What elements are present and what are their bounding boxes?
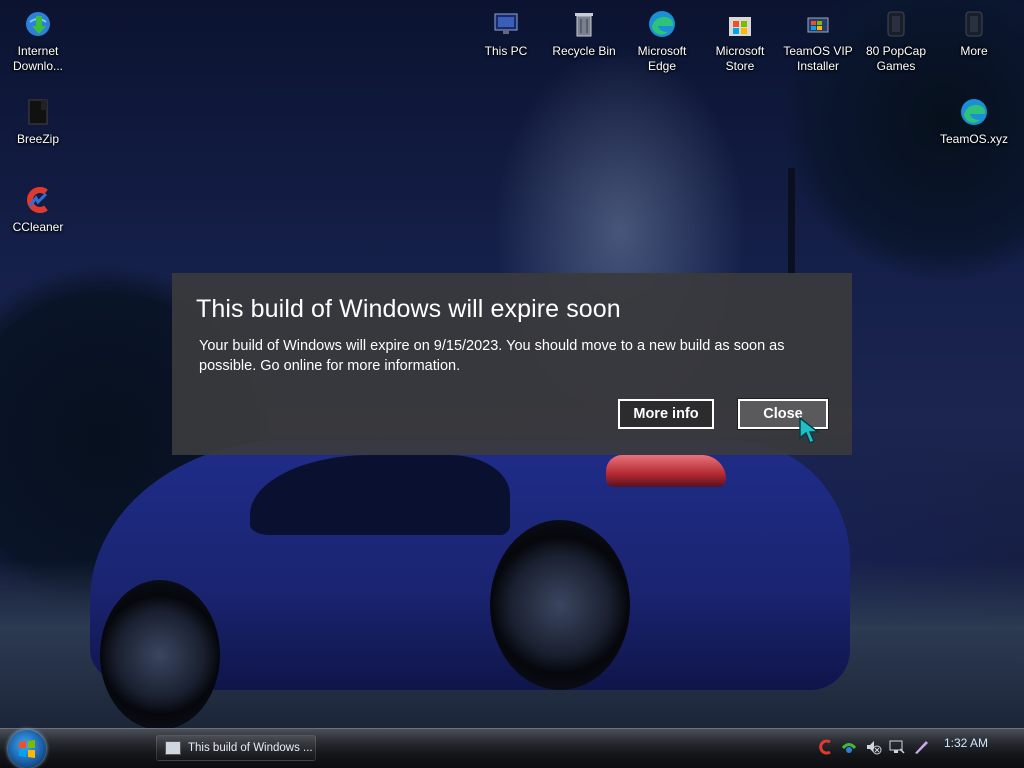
mouse-cursor-icon: [799, 416, 821, 445]
desktop-icon-label: 80 PopCap Games: [865, 44, 927, 73]
desktop-icon-label: Microsoft Edge: [637, 44, 687, 73]
more-info-button[interactable]: More info: [618, 399, 714, 429]
desktop-icon-teamos-vip-installer[interactable]: TeamOS VIP Installer: [780, 8, 856, 74]
desktop-icon-label: More: [960, 44, 988, 58]
this-pc-icon: [494, 13, 518, 34]
popcap-games-icon: [887, 11, 905, 37]
wallpaper-car-taillight: [606, 455, 726, 487]
download-manager-tray-icon[interactable]: [840, 738, 858, 756]
breezip-icon: [28, 99, 48, 125]
wallpaper-car-wheel-rear: [490, 520, 630, 690]
desktop-icon-label: BreeZip: [16, 132, 60, 146]
desktop-icon-label: Microsoft Store: [715, 44, 765, 73]
start-button[interactable]: [8, 730, 46, 768]
more-icon: [965, 11, 983, 37]
store-icon: [729, 17, 751, 36]
window-icon: [165, 741, 181, 755]
desktop-icon-label: This PC: [484, 44, 528, 58]
desktop-icon-teamos-xyz[interactable]: TeamOS.xyz: [936, 96, 1012, 147]
desktop-icon-microsoft-store[interactable]: Microsoft Store: [702, 8, 778, 74]
volume-muted-icon[interactable]: [864, 738, 882, 756]
desktop: Internet Downlo... BreeZip CCleaner This…: [0, 0, 1024, 768]
wallpaper-car-wheel-front: [100, 580, 220, 730]
wallpaper-utility-pole: [788, 168, 795, 278]
dialog-title: This build of Windows will expire soon: [196, 295, 621, 323]
edge-icon: [649, 11, 675, 37]
desktop-icon-label: TeamOS.xyz: [939, 132, 1008, 146]
desktop-icon-label: CCleaner: [12, 220, 64, 234]
desktop-icon-breezip[interactable]: BreeZip: [0, 96, 76, 147]
desktop-icon-internet-download-manager[interactable]: Internet Downlo...: [0, 8, 76, 74]
taskbar-clock[interactable]: 1:32 AM: [944, 736, 988, 750]
desktop-icon-label: Internet Downlo...: [12, 44, 64, 73]
desktop-icon-microsoft-edge[interactable]: Microsoft Edge: [624, 8, 700, 74]
taskbar-item-label: This build of Windows ...: [188, 742, 313, 754]
desktop-icon-this-pc[interactable]: This PC: [468, 8, 544, 59]
dialog-message: Your build of Windows will expire on 9/1…: [199, 338, 785, 374]
desktop-icon-popcap-games[interactable]: 80 PopCap Games: [858, 8, 934, 74]
network-icon[interactable]: [888, 738, 906, 756]
internet-download-manager-icon: [26, 12, 50, 36]
recycle-bin-icon: [575, 13, 593, 37]
desktop-icon-ccleaner[interactable]: CCleaner: [0, 184, 76, 235]
desktop-icon-label: TeamOS VIP Installer: [783, 44, 853, 73]
windows-logo-icon: [19, 740, 35, 758]
desktop-icon-label: Recycle Bin: [552, 44, 616, 58]
ccleaner-tray-icon[interactable]: [816, 738, 834, 756]
ccleaner-icon: [27, 187, 48, 213]
taskbar-item-dialog[interactable]: This build of Windows ...: [156, 735, 316, 761]
pen-icon[interactable]: [912, 738, 930, 756]
build-expiration-dialog: This build of Windows will expire soon Y…: [172, 273, 852, 455]
installer-icon: [807, 17, 829, 33]
desktop-icon-recycle-bin[interactable]: Recycle Bin: [546, 8, 622, 59]
desktop-icon-more[interactable]: More: [936, 8, 1012, 59]
teamos-edge-icon: [961, 99, 987, 125]
